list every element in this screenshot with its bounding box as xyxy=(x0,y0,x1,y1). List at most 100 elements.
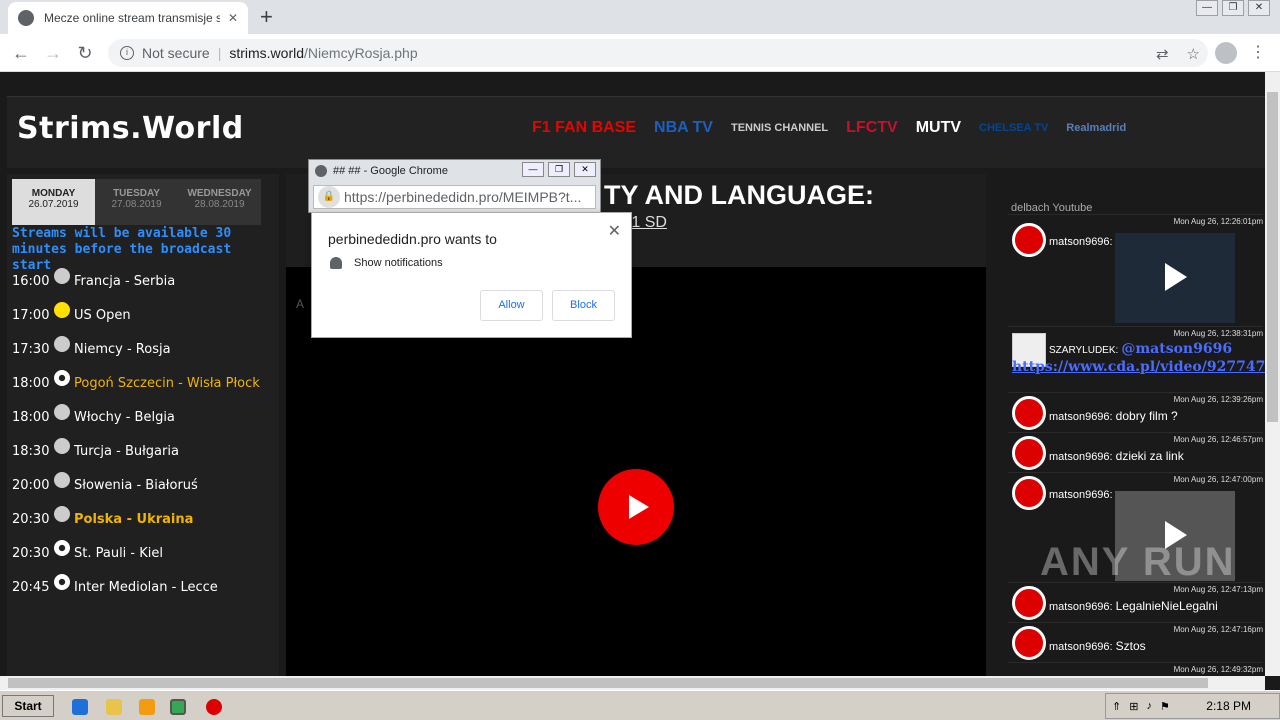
forward-arrow-icon[interactable]: → xyxy=(40,40,66,66)
avatar xyxy=(1012,586,1046,620)
event-name[interactable]: Francja - Serbia xyxy=(74,268,175,289)
tab-close-icon[interactable]: ✕ xyxy=(228,11,238,25)
chat-top-text: delbach Youtube xyxy=(1011,202,1093,214)
horizontal-scrollbar[interactable] xyxy=(0,676,1265,690)
tab-monday[interactable]: MONDAY 26.07.2019 xyxy=(12,179,95,225)
translate-icon[interactable]: ⇄ xyxy=(1156,45,1169,63)
profile-avatar[interactable] xyxy=(1215,42,1237,64)
chelsea-tv-logo[interactable]: CHELSEA TV xyxy=(979,122,1048,134)
nba-tv-logo[interactable]: NBA TV xyxy=(654,119,713,137)
chat-message: Mon Aug 26, 12:47:13pm matson9696: Legal… xyxy=(1008,582,1263,622)
avatar xyxy=(1012,223,1046,257)
not-secure-label: Not secure xyxy=(142,45,210,61)
list-item[interactable]: 17:00 US Open xyxy=(12,302,277,336)
scrollbar-thumb[interactable] xyxy=(8,678,1208,688)
vertical-scrollbar[interactable] xyxy=(1265,72,1280,676)
star-icon[interactable]: ☆ xyxy=(1187,45,1200,63)
message-time: Mon Aug 26, 12:38:31pm xyxy=(1173,329,1263,338)
event-name[interactable]: Turcja - Bułgaria xyxy=(74,438,179,459)
video-thumbnail[interactable] xyxy=(1115,491,1235,581)
tray-arrow-icon[interactable]: ⇑ xyxy=(1112,700,1121,713)
maximize-button[interactable]: ❐ xyxy=(548,162,570,177)
list-item[interactable]: 20:30 Polska - Ukraina xyxy=(12,506,277,540)
close-window-button[interactable]: ✕ xyxy=(574,162,596,177)
message-link[interactable]: https://www.cda.pl/video/927747d9 xyxy=(1012,359,1265,375)
reload-icon[interactable]: ↻ xyxy=(72,40,98,66)
allow-button[interactable]: Allow xyxy=(480,290,543,321)
event-name[interactable]: Niemcy - Rosja xyxy=(74,336,171,357)
omnibox-actions: ⇄ ☆ xyxy=(1156,45,1200,63)
site-title[interactable]: Strims.World xyxy=(17,111,244,146)
chrome-icon[interactable] xyxy=(170,699,186,715)
list-item[interactable]: 18:00 Włochy - Belgia xyxy=(12,404,277,438)
permission-label: Show notifications xyxy=(354,257,443,269)
list-item[interactable]: 18:30 Turcja - Bułgaria xyxy=(12,438,277,472)
play-button[interactable] xyxy=(598,469,674,545)
new-tab-button[interactable]: + xyxy=(260,4,273,30)
list-item[interactable]: 20:30 St. Pauli - Kiel xyxy=(12,540,277,574)
mutv-logo[interactable]: MUTV xyxy=(916,119,961,137)
message-user: matson9696: xyxy=(1049,641,1113,653)
popup-window-controls: — ❐ ✕ xyxy=(522,162,596,177)
message-time: Mon Aug 26, 12:39:26pm xyxy=(1173,395,1263,404)
maximize-button[interactable]: ❐ xyxy=(1222,0,1244,16)
close-window-button[interactable]: ✕ xyxy=(1248,0,1270,16)
list-item[interactable]: 16:00 Francja - Serbia xyxy=(12,268,277,302)
start-button[interactable]: Start xyxy=(2,695,54,717)
popup-window: ## ## - Google Chrome — ❐ ✕ 🔒 https://pe… xyxy=(308,159,601,213)
volume-icon[interactable]: ♪ xyxy=(1146,700,1152,712)
minimize-button[interactable]: — xyxy=(522,162,544,177)
chat-message: Mon Aug 26, 12:26:01pm matson9696: xyxy=(1008,214,1263,326)
realmadrid-logo[interactable]: Realmadrid xyxy=(1066,122,1126,134)
event-name[interactable]: Pogoń Szczecin - Wisła Płock xyxy=(74,370,260,391)
close-icon[interactable]: ✕ xyxy=(608,221,621,241)
opera-icon[interactable] xyxy=(206,699,222,715)
browser-tab[interactable]: Mecze online stream transmisje sportowe … xyxy=(8,2,248,34)
list-item[interactable]: 17:30 Niemcy - Rosja xyxy=(12,336,277,370)
chat-message: Mon Aug 26, 12:46:57pm matson9696: dziek… xyxy=(1008,432,1263,472)
media-player-icon[interactable] xyxy=(139,699,155,715)
popup-url-bar[interactable]: 🔒 https://perbinededidn.pro/MEIMPB?t... xyxy=(313,185,596,209)
event-time: 17:30 xyxy=(12,342,50,357)
back-arrow-icon[interactable]: ← xyxy=(8,40,34,66)
network-icon[interactable]: ⊞ xyxy=(1129,700,1138,713)
day-date: 28.08.2019 xyxy=(194,199,245,210)
dialog-title: perbinededidn.pro wants to xyxy=(328,231,497,247)
web-page: Strims.World F1 FAN BASE NBA TV TENNIS C… xyxy=(0,72,1265,676)
menu-icon[interactable]: ⋮ xyxy=(1250,42,1266,62)
tennis-channel-logo[interactable]: TENNIS CHANNEL xyxy=(731,122,828,134)
minimize-button[interactable]: — xyxy=(1196,0,1218,16)
address-bar[interactable]: i Not secure | strims.world /NiemcyRosja… xyxy=(108,39,1208,67)
url-path: /NiemcyRosja.php xyxy=(304,45,418,61)
folder-icon[interactable] xyxy=(106,699,122,715)
volleyball-icon xyxy=(54,336,70,352)
tab-wednesday[interactable]: WEDNESDAY 28.08.2019 xyxy=(178,179,261,225)
lfctv-logo[interactable]: LFCTV xyxy=(846,119,898,137)
day-name: MONDAY xyxy=(31,188,76,199)
streams-note: Streams will be available 30 minutes bef… xyxy=(12,226,232,273)
event-name[interactable]: Inter Mediolan - Lecce xyxy=(74,574,218,595)
event-name[interactable]: US Open xyxy=(74,302,131,323)
flag-icon[interactable]: ⚑ xyxy=(1160,700,1170,713)
list-item[interactable]: 20:00 Słowenia - Białoruś xyxy=(12,472,277,506)
list-item[interactable]: 20:45 Inter Mediolan - Lecce xyxy=(12,574,277,608)
tab-tuesday[interactable]: TUESDAY 27.08.2019 xyxy=(95,179,178,225)
list-item[interactable]: 18:00 Pogoń Szczecin - Wisła Płock xyxy=(12,370,277,404)
message-header: matson9696: Sztos xyxy=(1049,639,1146,653)
quality-heading: TY AND LANGUAGE: xyxy=(604,180,874,210)
avatar xyxy=(1012,626,1046,660)
soccer-ball-icon xyxy=(54,574,70,590)
scrollbar-thumb[interactable] xyxy=(1267,92,1278,422)
event-name[interactable]: St. Pauli - Kiel xyxy=(74,540,163,561)
chat-panel: delbach Youtube Mon Aug 26, 12:26:01pm m… xyxy=(1005,202,1265,676)
event-name[interactable]: Słowenia - Białoruś xyxy=(74,472,198,493)
block-button[interactable]: Block xyxy=(552,290,615,321)
event-name[interactable]: Włochy - Belgia xyxy=(74,404,175,425)
message-text: dobry film ? xyxy=(1115,409,1178,423)
f1-logo[interactable]: F1 FAN BASE xyxy=(532,119,636,137)
video-thumbnail[interactable] xyxy=(1115,233,1235,323)
ie-icon[interactable] xyxy=(72,699,88,715)
event-name[interactable]: Polska - Ukraina xyxy=(74,506,193,527)
message-time: Mon Aug 26, 12:47:16pm xyxy=(1173,625,1263,634)
info-icon[interactable]: i xyxy=(120,46,134,60)
